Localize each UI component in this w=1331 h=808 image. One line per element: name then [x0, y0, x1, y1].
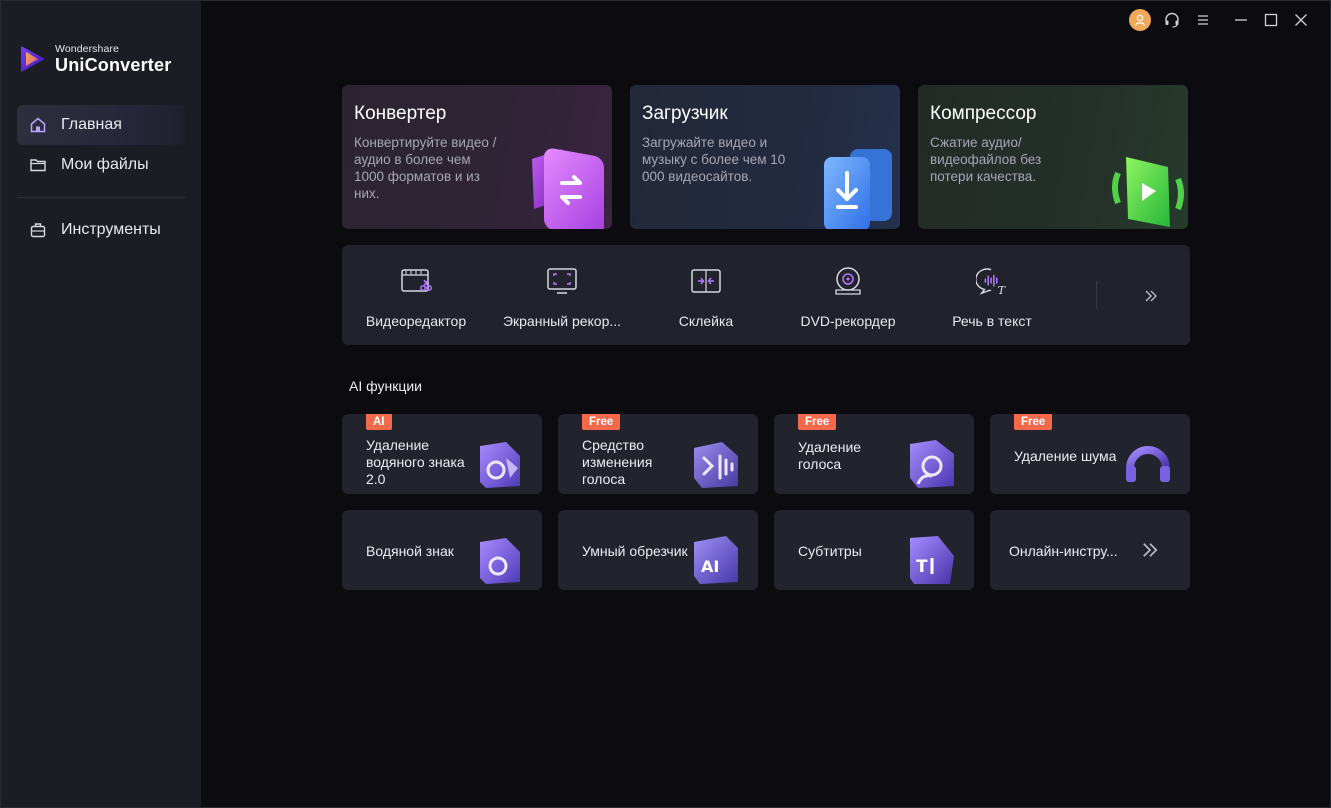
ai-item-label: Водяной знак	[366, 543, 454, 559]
compressor-card[interactable]: Компрессор Сжатие аудио/ видеофайлов без…	[918, 85, 1188, 229]
svg-text:AI: AI	[701, 557, 719, 576]
compress-icon	[1112, 157, 1184, 227]
sidebar-item-my-files[interactable]: Мои файлы	[17, 145, 185, 185]
vocal-remover-icon	[910, 440, 954, 488]
uniconverter-logo-icon	[21, 46, 45, 72]
ai-item-smart-trimmer[interactable]: Умный обрезчик AI	[558, 510, 758, 590]
ai-item-label: Средство изменения голоса	[582, 437, 653, 487]
ai-item-watermark-remover[interactable]: AI Удаление водяного знака 2.0	[342, 414, 542, 494]
screen-recorder-icon	[546, 266, 578, 296]
tool-screen-recorder[interactable]: Экранный рекор...	[492, 245, 632, 345]
tool-label: Речь в текст	[952, 313, 1032, 329]
toolbox-icon	[29, 221, 47, 239]
tool-merge[interactable]: Склейка	[636, 245, 776, 345]
subtitle-icon: T	[910, 536, 954, 584]
voice-changer-icon	[694, 442, 738, 488]
converter-card[interactable]: Конвертер Конвертируйте видео / аудио в …	[342, 85, 612, 229]
card-title: Конвертер	[354, 103, 447, 124]
watermark-icon	[480, 538, 520, 584]
more-tools-button[interactable]	[1140, 285, 1162, 307]
sidebar: Wondershare UniConverter Главная Мои фай…	[1, 1, 201, 807]
ai-item-watermark[interactable]: Водяной знак	[342, 510, 542, 590]
card-description: Сжатие аудио/ видеофайлов без потери кач…	[930, 135, 1042, 184]
brand: Wondershare UniConverter	[17, 43, 171, 75]
headset-icon[interactable]	[1161, 9, 1183, 31]
watermark-remover-icon	[480, 442, 520, 488]
ai-badge: Free	[798, 414, 837, 430]
card-description: Загружайте видео и музыку с более чем 10…	[642, 135, 786, 184]
svg-text:T: T	[998, 284, 1007, 296]
card-title: Загрузчик	[642, 103, 728, 124]
menu-icon[interactable]	[1192, 9, 1214, 31]
card-title: Компрессор	[930, 103, 1037, 124]
ai-item-label: Субтитры	[798, 543, 862, 559]
ai-item-subtitles[interactable]: Субтитры T	[774, 510, 974, 590]
tools-divider	[1096, 281, 1097, 309]
ai-badge: Free	[582, 414, 621, 430]
chevron-double-right-icon	[1143, 543, 1158, 557]
sidebar-item-label: Главная	[61, 116, 122, 133]
tool-label: DVD-рекордер	[800, 313, 896, 329]
tool-label: Видеоредактор	[365, 313, 467, 329]
ai-item-noise-remover[interactable]: Free Удаление шума	[990, 414, 1190, 494]
maximize-icon[interactable]	[1260, 9, 1282, 31]
convert-icon	[532, 148, 604, 229]
tool-dvd-recorder[interactable]: DVD-рекордер	[778, 245, 918, 345]
close-icon[interactable]	[1290, 9, 1312, 31]
ai-item-voice-changer[interactable]: Free Средство изменения голоса	[558, 414, 758, 494]
sidebar-item-home[interactable]: Главная	[17, 105, 185, 145]
brand-name: UniConverter	[55, 54, 172, 75]
ai-item-online-tools[interactable]: Онлайн-инстру...	[990, 510, 1190, 590]
download-icon	[824, 149, 892, 229]
ai-item-vocal-remover[interactable]: Free Удаление голоса	[774, 414, 974, 494]
chevron-double-right-icon	[1145, 290, 1157, 302]
card-description: Конвертируйте видео / аудио в более чем …	[354, 135, 497, 201]
merge-icon	[690, 266, 722, 296]
minimize-icon[interactable]	[1230, 9, 1252, 31]
dvd-icon	[832, 266, 864, 296]
sidebar-item-label: Инструменты	[61, 221, 161, 238]
ai-item-label: Удаление водяного знака 2.0	[366, 437, 465, 487]
tool-label: Склейка	[678, 313, 734, 329]
quick-tools-bar: Видеоредактор Экранный рекор... Склейка …	[342, 245, 1190, 345]
folder-icon	[29, 156, 47, 174]
sidebar-divider	[17, 197, 185, 198]
avatar-icon[interactable]	[1129, 9, 1151, 31]
tool-label: Экранный рекор...	[502, 313, 622, 329]
sidebar-item-tools[interactable]: Инструменты	[17, 210, 185, 250]
ai-badge: AI	[366, 414, 392, 430]
video-editor-icon	[400, 266, 432, 296]
ai-item-label: Удаление шума	[1014, 448, 1117, 464]
tool-video-editor[interactable]: Видеоредактор	[346, 245, 486, 345]
sidebar-item-label: Мои файлы	[61, 156, 149, 173]
app-window: Wondershare UniConverter Главная Мои фай…	[0, 0, 1331, 808]
svg-text:T: T	[916, 557, 928, 577]
home-icon	[29, 116, 47, 134]
speech-to-text-icon: T	[976, 266, 1008, 296]
downloader-card[interactable]: Загрузчик Загружайте видео и музыку с бо…	[630, 85, 900, 229]
tool-speech-to-text[interactable]: T Речь в текст	[922, 245, 1062, 345]
ai-badge: Free	[1014, 414, 1053, 430]
ai-item-label: Удаление голоса	[798, 439, 862, 472]
smart-trimmer-icon: AI	[694, 536, 738, 584]
noise-remover-icon	[1126, 446, 1170, 482]
ai-item-label: Онлайн-инстру...	[1009, 543, 1118, 559]
ai-section-title: AI функции	[349, 378, 422, 394]
brand-small-text: Wondershare	[55, 43, 119, 56]
title-bar	[1100, 1, 1330, 41]
